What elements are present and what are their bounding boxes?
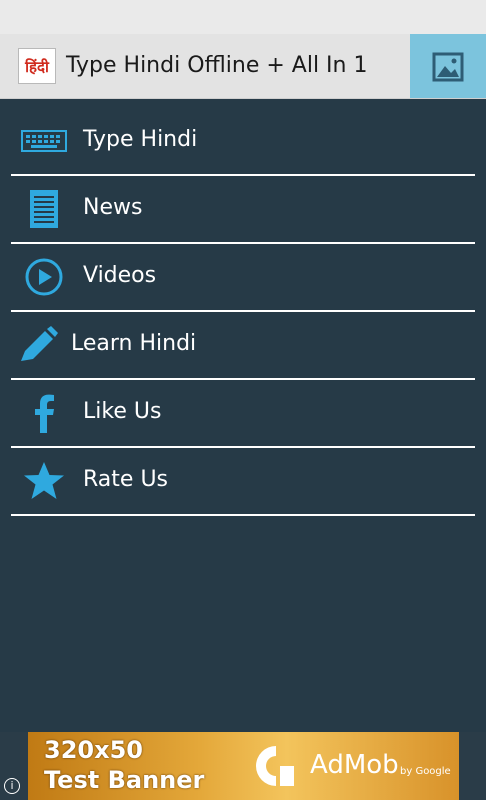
document-icon <box>30 190 58 228</box>
ad-info-icon[interactable]: i <box>4 778 20 794</box>
menu-item-type-hindi[interactable]: Type Hindi <box>11 108 475 176</box>
image-action-button[interactable] <box>410 34 486 98</box>
ad-test-banner-text: Test Banner <box>44 766 205 794</box>
menu-label-news: News <box>83 195 143 220</box>
menu-label-type-hindi: Type Hindi <box>83 127 198 152</box>
facebook-icon <box>35 394 54 433</box>
menu-label-rate-us: Rate Us <box>83 467 169 492</box>
star-icon <box>24 462 64 499</box>
menu-list: Type Hindi News Videos Learn Hindi Like … <box>0 108 486 516</box>
admob-brand-text: AdMob <box>310 750 399 780</box>
ad-size-text: 320x50 <box>44 736 143 764</box>
menu-item-rate-us[interactable]: Rate Us <box>11 448 475 516</box>
pencil-icon <box>21 326 58 361</box>
menu-label-like-us: Like Us <box>83 399 162 424</box>
app-bar: हिंदी Type Hindi Offline + All In 1 <box>0 34 486 99</box>
app-logo: हिंदी <box>18 48 56 84</box>
menu-label-videos: Videos <box>83 263 157 288</box>
app-logo-text: हिंदी <box>25 58 49 76</box>
menu-label-learn-hindi: Learn Hindi <box>71 331 197 356</box>
admob-logo-icon <box>256 746 294 786</box>
menu-item-news[interactable]: News <box>11 176 475 244</box>
ad-banner[interactable]: i 320x50 Test Banner AdMob by Google <box>0 732 486 800</box>
menu-item-learn-hindi[interactable]: Learn Hindi <box>11 312 475 380</box>
menu-item-videos[interactable]: Videos <box>11 244 475 312</box>
admob-by-google-text: by Google <box>400 766 451 777</box>
play-icon <box>25 258 63 296</box>
app-title: Type Hindi Offline + All In 1 <box>66 53 368 78</box>
status-bar <box>0 0 486 34</box>
menu-item-like-us[interactable]: Like Us <box>11 380 475 448</box>
ad-creative[interactable]: 320x50 Test Banner AdMob by Google <box>28 732 459 800</box>
keyboard-icon <box>21 130 67 152</box>
image-icon <box>432 52 464 82</box>
